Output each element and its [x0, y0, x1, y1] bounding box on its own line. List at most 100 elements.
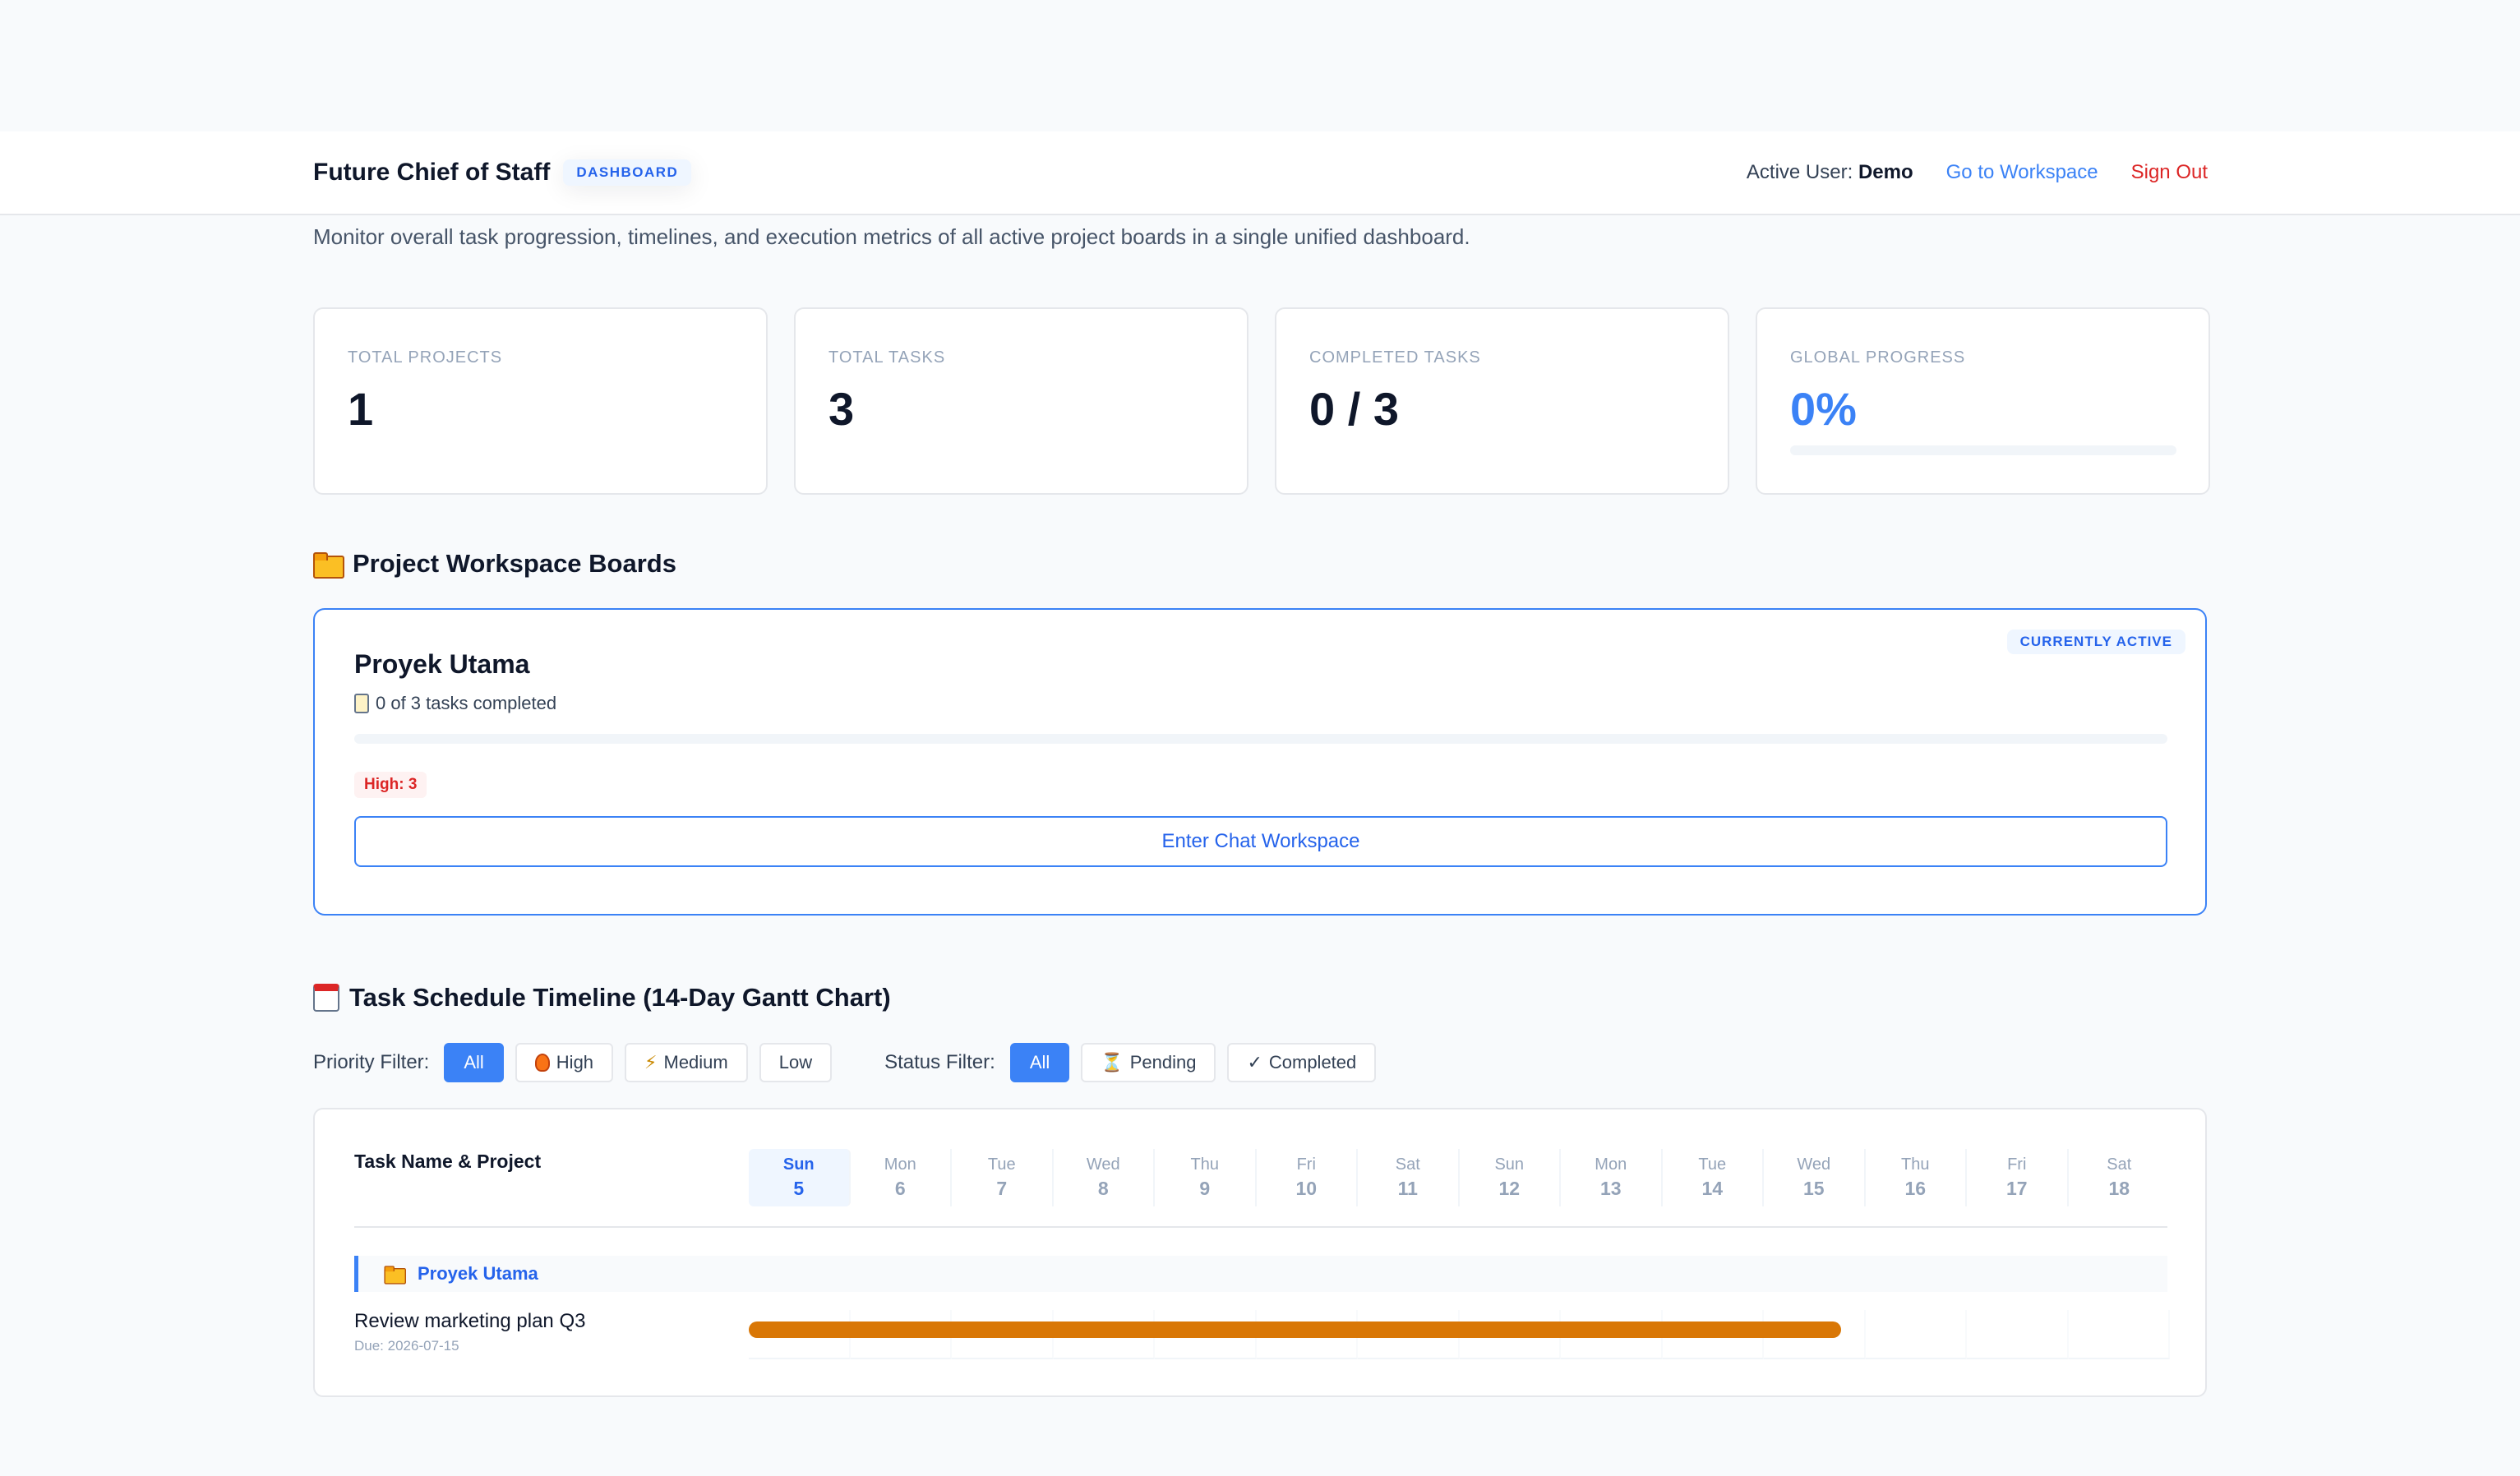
chip-label: Medium	[663, 1052, 728, 1072]
boards-title-text: Project Workspace Boards	[353, 549, 676, 578]
day-name: Sat	[2107, 1155, 2132, 1174]
status-filter-completed[interactable]: ✓ Completed	[1227, 1043, 1377, 1082]
day-name: Wed	[1797, 1155, 1831, 1174]
stat-value: 0 / 3	[1309, 383, 1399, 435]
priority-filter-all[interactable]: All	[444, 1043, 504, 1082]
boards-section-title: Project Workspace Boards	[313, 549, 676, 579]
day-name: Fri	[2007, 1155, 2027, 1174]
stat-card-global-progress: GLOBAL PROGRESS 0%	[1756, 307, 2210, 495]
sign-out-link[interactable]: Sign Out	[2131, 161, 2208, 184]
priority-high-badge: High: 3	[354, 772, 427, 798]
gantt-day-column: Mon 6	[851, 1149, 952, 1206]
brand-title: Future Chief of Staff	[313, 159, 551, 186]
day-number: 11	[1397, 1178, 1418, 1199]
status-filter-all[interactable]: All	[1009, 1043, 1070, 1082]
day-name: Sun	[1494, 1155, 1525, 1174]
page-subtitle: Monitor overall task progression, timeli…	[313, 224, 1470, 249]
stat-value: 3	[828, 383, 855, 435]
gantt-day-column: Sun 5	[749, 1149, 851, 1206]
stat-label: TOTAL PROJECTS	[348, 348, 503, 367]
active-user-label: Active User:	[1746, 161, 1853, 183]
gantt-day-column: Tue 7	[952, 1149, 1054, 1206]
gantt-column-header: Task Name & Project	[354, 1151, 542, 1172]
day-number: 14	[1701, 1178, 1724, 1199]
day-name: Sat	[1395, 1155, 1420, 1174]
gantt-day-column: Thu 9	[1155, 1149, 1257, 1206]
folder-icon	[313, 552, 344, 579]
currently-active-badge: CURRENTLY ACTIVE	[2006, 630, 2185, 654]
day-name: Wed	[1086, 1155, 1120, 1174]
task-grid-cell	[1865, 1310, 1967, 1359]
status-filter-pending[interactable]: ⏳ Pending	[1081, 1043, 1216, 1082]
hourglass-icon: ⏳	[1101, 1052, 1124, 1072]
day-number: 12	[1498, 1178, 1521, 1199]
gantt-day-column: Mon 13	[1561, 1149, 1663, 1206]
project-task-count: 0 of 3 tasks completed	[354, 693, 2166, 714]
priority-filter-medium[interactable]: ⚡ Medium	[625, 1043, 748, 1082]
active-user: Active User: Demo	[1747, 161, 1913, 184]
timeline-section-title: Task Schedule Timeline (14-Day Gantt Cha…	[313, 983, 891, 1012]
calendar-icon	[313, 984, 339, 1012]
chip-label: Pending	[1129, 1052, 1197, 1072]
day-number: 13	[1599, 1178, 1622, 1199]
gantt-day-column: Tue 14	[1663, 1149, 1764, 1206]
day-number: 9	[1199, 1178, 1211, 1199]
gantt-task-row[interactable]: Review marketing plan Q3 Due: 2026-07-15	[354, 1310, 2170, 1359]
day-name: Mon	[1595, 1155, 1627, 1174]
day-number: 6	[894, 1178, 906, 1199]
brand: Future Chief of Staff DASHBOARD	[313, 131, 692, 214]
chip-label: Completed	[1268, 1052, 1357, 1072]
chip-label: All	[1029, 1052, 1050, 1072]
project-card[interactable]: CURRENTLY ACTIVE Proyek Utama 0 of 3 tas…	[313, 608, 2207, 916]
day-number: 7	[996, 1178, 1008, 1199]
project-task-count-text: 0 of 3 tasks completed	[376, 693, 557, 713]
stat-card-total-projects: TOTAL PROJECTS 1	[313, 307, 768, 495]
day-number: 15	[1802, 1178, 1825, 1199]
stat-label: COMPLETED TASKS	[1309, 348, 1481, 367]
task-grid-cell	[1967, 1310, 2069, 1359]
check-icon: ✓	[1247, 1052, 1262, 1072]
stat-card-completed-tasks: COMPLETED TASKS 0 / 3	[1275, 307, 1729, 495]
status-filter-label: Status Filter:	[884, 1051, 995, 1073]
top-nav: Active User: Demo Go to Workspace Sign O…	[1747, 131, 2208, 214]
gantt-chart: Task Name & Project Sun 5 Mon 6 Tue 7 Wed 8 Thu 9…	[313, 1108, 2207, 1397]
task-bar[interactable]	[749, 1321, 1841, 1338]
clipboard-icon	[354, 694, 369, 713]
day-number: 5	[793, 1178, 805, 1199]
day-number: 16	[1904, 1178, 1927, 1199]
project-name: Proyek Utama	[354, 649, 530, 679]
chip-label: All	[464, 1052, 484, 1072]
day-name: Tue	[987, 1155, 1016, 1174]
gantt-day-column: Sat 18	[2069, 1149, 2171, 1206]
gantt-group-name: Proyek Utama	[418, 1263, 538, 1284]
day-name: Thu	[1901, 1155, 1930, 1174]
folder-icon	[384, 1266, 407, 1285]
priority-filter-high[interactable]: High	[515, 1043, 614, 1082]
gantt-day-column: Wed 15	[1764, 1149, 1866, 1206]
gantt-day-column: Fri 10	[1257, 1149, 1358, 1206]
enter-chat-workspace-button[interactable]: Enter Chat Workspace	[354, 816, 2167, 867]
top-navigation-bar: Future Chief of Staff DASHBOARD Active U…	[0, 131, 2520, 215]
gantt-day-column: Sun 12	[1460, 1149, 1561, 1206]
filter-bar: Priority Filter: All High ⚡ Medium Low St…	[313, 1042, 1377, 1083]
project-progress-bar	[354, 734, 2167, 744]
fire-icon	[534, 1054, 550, 1072]
gantt-group-row: Proyek Utama	[354, 1256, 2167, 1292]
priority-filter-low[interactable]: Low	[759, 1043, 833, 1082]
gantt-day-column: Sat 11	[1358, 1149, 1460, 1206]
stats-row: TOTAL PROJECTS 1 TOTAL TASKS 3 COMPLETED…	[313, 307, 2210, 495]
chip-label: High	[556, 1052, 594, 1072]
day-name: Sun	[782, 1155, 815, 1174]
global-progress-bar	[1790, 445, 2176, 455]
stat-label: TOTAL TASKS	[828, 348, 946, 367]
day-number: 18	[2108, 1178, 2130, 1199]
gantt-day-column: Fri 17	[1967, 1149, 2069, 1206]
gantt-day-column: Wed 8	[1054, 1149, 1155, 1206]
stat-value: 0%	[1790, 383, 1857, 435]
day-name: Mon	[884, 1155, 916, 1174]
gantt-divider	[354, 1226, 2167, 1228]
day-number: 8	[1097, 1178, 1109, 1199]
stat-card-total-tasks: TOTAL TASKS 3	[794, 307, 1248, 495]
go-to-workspace-link[interactable]: Go to Workspace	[1946, 161, 2098, 184]
gantt-day-header: Sun 5 Mon 6 Tue 7 Wed 8 Thu 9 Fri 10 Sat 11 Sun 12 Mon 13…	[749, 1149, 2170, 1206]
